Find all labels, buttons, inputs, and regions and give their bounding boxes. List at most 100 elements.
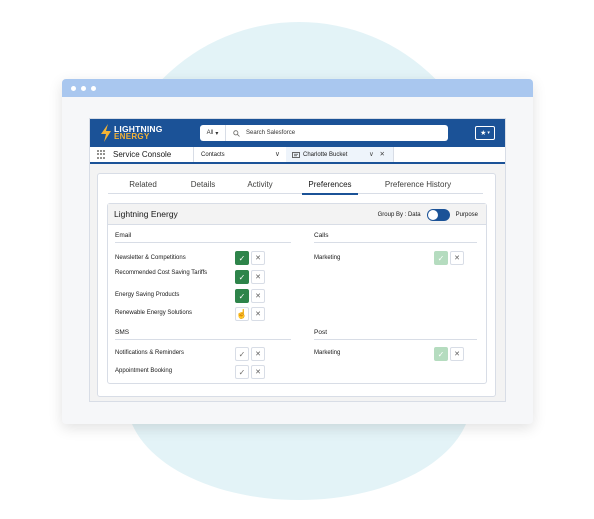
- preference-label: Recommended Cost Saving Tariffs: [115, 270, 208, 276]
- section-title-calls: Calls: [314, 232, 329, 239]
- section-title-sms: SMS: [115, 329, 130, 336]
- opt-out-button[interactable]: ✕: [251, 365, 265, 379]
- preferences-panel: Lightning Energy Group By : Data Purpose…: [107, 203, 487, 384]
- tab-preference-history[interactable]: Preference History: [368, 174, 468, 194]
- section-divider: [314, 339, 477, 340]
- record-tabs: Related Details Activity Preferences Pre…: [108, 174, 483, 195]
- record-card: Related Details Activity Preferences Pre…: [97, 173, 496, 397]
- opt-out-button[interactable]: ✕: [251, 270, 265, 284]
- chevron-down-icon[interactable]: ∨: [369, 151, 376, 158]
- workspace-tab-label: Charlotte Bucket: [303, 151, 348, 158]
- chevron-down-icon[interactable]: ∨: [275, 150, 280, 158]
- logo-line-2: ENERGY: [114, 132, 150, 141]
- opt-out-button[interactable]: ✕: [251, 307, 265, 321]
- lightning-energy-logo[interactable]: LIGHTNING ENERGY: [100, 124, 163, 142]
- opt-out-button[interactable]: ✕: [251, 289, 265, 303]
- global-search[interactable]: All ▾ Search Salesforce: [200, 125, 448, 141]
- workspace-tab-contact[interactable]: Charlotte Bucket ∨ ✕: [286, 147, 394, 162]
- tab-actions: ∨ ✕: [369, 150, 387, 158]
- check-icon: ✓: [238, 367, 246, 377]
- close-icon: ✕: [255, 311, 261, 318]
- tab-label: Preferences: [308, 179, 352, 189]
- check-icon: ✓: [238, 291, 246, 301]
- global-header: LIGHTNING ENERGY All ▾ Search Salesforce: [90, 119, 505, 147]
- tab-preferences[interactable]: Preferences: [302, 174, 358, 195]
- opt-in-button[interactable]: ✓: [235, 270, 249, 284]
- opt-in-button[interactable]: ✓: [434, 251, 448, 265]
- tab-label: Activity: [247, 179, 273, 189]
- preference-label: Marketing: [314, 350, 341, 356]
- close-icon: ✕: [255, 369, 261, 376]
- opt-in-button[interactable]: ✓: [235, 289, 249, 303]
- opt-out-button[interactable]: ✕: [450, 347, 464, 361]
- stage: LIGHTNING ENERGY All ▾ Search Salesforce: [0, 0, 594, 519]
- window-dot-2[interactable]: [81, 85, 86, 91]
- star-icon: ★: [480, 130, 487, 137]
- favorites-button[interactable]: ★ ▾: [475, 126, 495, 140]
- search-icon: [233, 129, 240, 137]
- preference-label: Energy Saving Products: [115, 292, 180, 298]
- search-input[interactable]: Search Salesforce: [246, 130, 295, 136]
- preference-label: Renewable Energy Solutions: [115, 310, 193, 316]
- preference-label: Marketing: [314, 255, 341, 261]
- check-icon: ✓: [238, 272, 246, 282]
- check-icon: ✓: [238, 349, 246, 359]
- lightning-bolt-icon: [101, 124, 111, 142]
- close-icon: ✕: [255, 351, 261, 358]
- opt-in-button[interactable]: ☝: [235, 307, 249, 321]
- app-name: Service Console: [113, 150, 172, 159]
- close-icon: ✕: [255, 255, 261, 262]
- section-divider: [115, 242, 291, 243]
- preferences-header: Lightning Energy Group By : Data Purpose: [108, 204, 486, 225]
- tab-related[interactable]: Related: [108, 174, 178, 194]
- nav-item-contacts[interactable]: Contacts ∨: [193, 147, 287, 162]
- contact-card-icon: [292, 151, 300, 158]
- opt-in-button[interactable]: ✓: [235, 347, 249, 361]
- check-icon: ✓: [437, 349, 445, 359]
- browser-window: LIGHTNING ENERGY All ▾ Search Salesforce: [62, 79, 533, 424]
- close-icon[interactable]: ✕: [380, 151, 387, 158]
- preference-label: Notifications & Reminders: [115, 350, 185, 356]
- tab-details[interactable]: Details: [178, 174, 228, 194]
- group-by-option: Purpose: [455, 212, 478, 218]
- tab-label: Preference History: [384, 179, 452, 189]
- group-by-label: Group By : Data: [377, 212, 421, 218]
- app-launcher-icon[interactable]: [97, 150, 106, 159]
- nav-item-label: Contacts: [201, 151, 225, 158]
- tab-label: Related: [129, 179, 157, 189]
- section-divider: [314, 242, 477, 243]
- opt-out-button[interactable]: ✕: [450, 251, 464, 265]
- group-by-control: Group By : Data Purpose: [378, 209, 478, 221]
- group-by-toggle[interactable]: [426, 209, 450, 221]
- preference-label: Appointment Booking: [115, 368, 173, 374]
- preferences-title: Lightning Energy: [114, 209, 178, 219]
- logo-text: LIGHTNING ENERGY: [114, 125, 163, 141]
- opt-in-button[interactable]: ✓: [235, 365, 249, 379]
- section-title-email: Email: [115, 232, 132, 239]
- section-title-post: Post: [314, 329, 328, 336]
- tab-activity[interactable]: Activity: [228, 174, 292, 194]
- window-dot-1[interactable]: [71, 85, 76, 91]
- opt-out-button[interactable]: ✕: [251, 251, 265, 265]
- section-divider: [115, 339, 291, 340]
- window-dot-3[interactable]: [91, 85, 96, 91]
- opt-in-button[interactable]: ✓: [434, 347, 448, 361]
- close-icon: ✕: [255, 274, 261, 281]
- browser-title-bar: [62, 79, 533, 97]
- hand-pointer-icon: ☝: [236, 308, 248, 319]
- close-icon: ✕: [255, 293, 261, 300]
- chevron-down-icon: ▾: [215, 130, 219, 137]
- opt-in-button[interactable]: ✓: [235, 251, 249, 265]
- console-navigation-bar: Service Console Contacts ∨ Charlotte Buc…: [90, 147, 505, 164]
- preference-label: Newsletter & Competitions: [115, 255, 186, 261]
- check-icon: ✓: [238, 253, 246, 263]
- search-scope-label: All: [206, 130, 214, 136]
- close-icon: ✕: [454, 351, 460, 358]
- chevron-down-icon: ▾: [487, 130, 490, 136]
- opt-out-button[interactable]: ✕: [251, 347, 265, 361]
- tab-label: Details: [190, 179, 216, 189]
- search-scope-dropdown[interactable]: All ▾: [200, 125, 226, 141]
- check-icon: ✓: [437, 253, 445, 263]
- salesforce-app: LIGHTNING ENERGY All ▾ Search Salesforce: [89, 118, 506, 402]
- close-icon: ✕: [454, 255, 460, 262]
